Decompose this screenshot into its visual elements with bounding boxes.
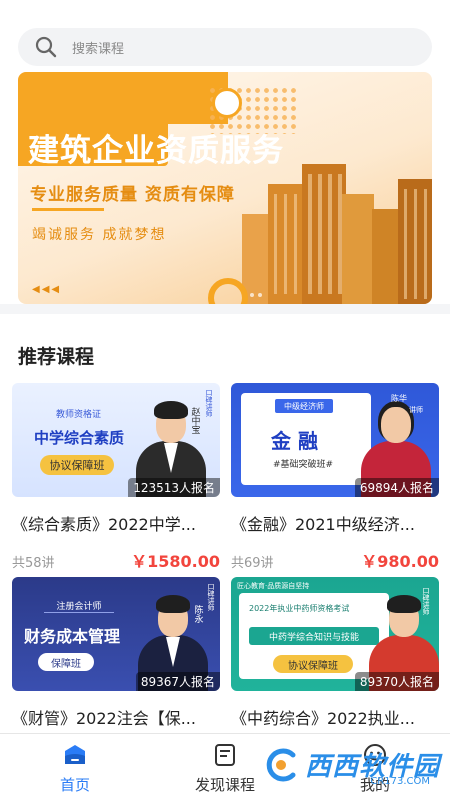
course-title[interactable]: 《金融》2021中级经济...	[231, 511, 439, 535]
course-card[interactable]: 中级经济师 金 融 #基础突破班# 陈华 讲师 69894人报名 《金融》202…	[231, 383, 439, 571]
course-thumbnail[interactable]: 匠心教育·品质源自坚持 2022年执业中药师资格考试 中药学综合知识与技能 协议…	[231, 577, 439, 691]
discover-icon	[215, 744, 235, 766]
home-icon	[65, 745, 85, 764]
banner-title: 建筑企业资质服务	[28, 124, 284, 170]
search-bar[interactable]: 搜索课程	[18, 28, 432, 66]
course-title[interactable]: 《财管》2022注会【保...	[12, 705, 220, 729]
thumb-top-text: 2022年执业中药师资格考试	[249, 604, 350, 613]
banner-title-box: 建筑企业资质服务	[28, 120, 368, 174]
banner-arrows: ◀◀◀	[32, 284, 62, 295]
watermark-subtext: CR173.COM	[370, 776, 430, 787]
thumb-tag: 教师资格证	[56, 410, 102, 420]
buildings-illustration	[242, 164, 432, 304]
teacher-name: 陈永	[192, 605, 203, 623]
lesson-count: 共69讲	[231, 556, 274, 571]
course-price: ￥1580.00	[131, 552, 220, 571]
thumb-badge: #基础突破班#	[273, 460, 334, 470]
thumb-headline: 财务成本管理	[24, 627, 121, 646]
watermark-logo-icon	[266, 748, 296, 781]
course-card[interactable]: 匠心教育·品质源自坚持 2022年执业中药师资格考试 中药学综合知识与技能 协议…	[231, 577, 439, 728]
nav-label: 首页	[59, 776, 90, 794]
thumb-headline: 中药学综合知识与技能	[249, 627, 379, 645]
enrolled-count: 69894人报名	[354, 478, 439, 497]
teacher-name: 赵中宝	[189, 407, 200, 434]
promo-banner[interactable]: 建筑企业资质服务 专业服务质量 资质有保障 竭诚服务 成就梦想 ◀◀◀	[18, 72, 432, 304]
banner-subtitle: 专业服务质量 资质有保障	[30, 185, 235, 205]
course-thumbnail[interactable]: 教师资格证 中学综合素质 协议保障班 赵中宝 口碑讲师 123513人报名	[12, 383, 220, 497]
teacher-side-label: 口碑讲师	[207, 583, 215, 611]
course-title[interactable]: 《中药综合》2022执业...	[231, 705, 439, 729]
lesson-count: 共58讲	[12, 556, 55, 571]
thumb-badge: 保障班	[38, 653, 94, 671]
teacher-side-label: 口碑讲师	[422, 587, 430, 615]
thumb-headline: 金 融	[271, 429, 318, 453]
search-icon	[34, 35, 58, 59]
enrolled-count: 89367人报名	[135, 672, 220, 691]
section-title: 推荐课程	[18, 346, 95, 368]
teacher-name: 陈华	[391, 394, 407, 403]
thumb-badge: 协议保障班	[273, 655, 353, 673]
course-title[interactable]: 《综合素质》2022中学...	[12, 511, 220, 535]
search-placeholder: 搜索课程	[72, 41, 125, 57]
course-thumbnail[interactable]: 中级经济师 金 融 #基础突破班# 陈华 讲师 69894人报名	[231, 383, 439, 497]
banner-underline	[32, 208, 104, 211]
thumb-tag: 中级经济师	[275, 399, 333, 413]
teacher-side-label: 口碑讲师	[205, 389, 213, 417]
nav-home[interactable]: 首页	[0, 734, 150, 799]
banner-slogan: 竭诚服务 成就梦想	[32, 227, 167, 243]
thumb-headline: 中学综合素质	[34, 429, 125, 447]
enrolled-count: 123513人报名	[128, 478, 220, 497]
pagination-dot[interactable]	[250, 293, 254, 297]
pagination-dot[interactable]	[258, 293, 262, 297]
enrolled-count: 89370人报名	[354, 672, 439, 691]
watermark: 西西软件园 CR173.COM	[263, 746, 440, 787]
section-divider	[0, 304, 450, 314]
course-price: ￥980.00	[361, 552, 439, 571]
thumb-tag: 注册会计师	[44, 599, 114, 613]
course-meta: 共69讲 ￥980.00	[231, 548, 439, 572]
nav-label: 发现课程	[194, 776, 255, 794]
course-meta: 共58讲 ￥1580.00	[12, 548, 220, 572]
course-thumbnail[interactable]: 注册会计师 财务成本管理 保障班 陈永 口碑讲师 89367人报名	[12, 577, 220, 691]
course-card[interactable]: 教师资格证 中学综合素质 协议保障班 赵中宝 口碑讲师 123513人报名 《综…	[12, 383, 220, 571]
teacher-side-label: 讲师	[409, 406, 423, 414]
thumb-tag: 匠心教育·品质源自坚持	[237, 582, 310, 590]
course-card[interactable]: 注册会计师 财务成本管理 保障班 陈永 口碑讲师 89367人报名 《财管》20…	[12, 577, 220, 728]
banner-circle	[212, 88, 242, 118]
banner-pagination[interactable]	[250, 293, 262, 297]
thumb-badge: 协议保障班	[40, 455, 114, 475]
